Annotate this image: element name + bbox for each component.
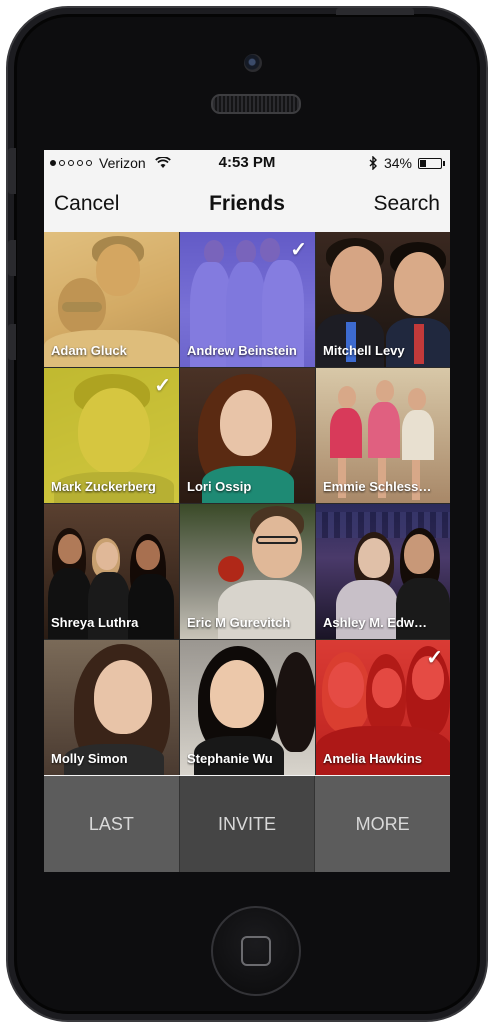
bluetooth-icon [369,156,377,170]
friend-tile[interactable]: Emmie Schless… [316,368,450,503]
friend-tile[interactable]: Mark Zuckerberg ✓ [44,368,179,503]
friend-name: Stephanie Wu [187,751,273,766]
volume-up-button [8,240,16,276]
action-bar: LAST INVITE MORE [44,776,450,872]
status-bar: Verizon 4:53 PM 34% [44,150,450,176]
friend-tile[interactable]: Adam Gluck [44,232,179,367]
earpiece-speaker [211,94,301,114]
screen: Verizon 4:53 PM 34% Cancel Friends Searc… [44,150,450,872]
friend-name: Lori Ossip [187,479,252,494]
friends-grid: Adam Gluck Andrew Beinstein ✓ Mitchell L… [44,232,450,775]
home-square-icon [241,936,271,966]
friend-name: Molly Simon [51,751,128,766]
friend-name: Adam Gluck [51,343,127,358]
friend-tile[interactable]: Lori Ossip [180,368,315,503]
friend-name: Shreya Luthra [51,615,139,630]
search-button[interactable]: Search [373,192,440,216]
home-button[interactable] [211,906,301,996]
friend-tile[interactable]: Stephanie Wu [180,640,315,775]
checkmark-icon: ✓ [154,375,171,397]
friend-tile[interactable]: Shreya Luthra [44,504,179,639]
friend-tile[interactable]: Molly Simon [44,640,179,775]
checkmark-icon: ✓ [290,239,307,261]
friend-name: Mitchell Levy [323,343,405,358]
volume-down-button [8,324,16,360]
friend-name: Eric M Gurevitch [187,615,291,630]
battery-level [420,159,426,167]
checkmark-icon: ✓ [426,647,443,669]
more-button[interactable]: MORE [315,776,450,872]
status-right: 34% [369,155,445,171]
friend-tile[interactable]: Mitchell Levy [316,232,450,367]
friend-tile[interactable]: Amelia Hawkins ✓ [316,640,450,775]
friend-tile[interactable]: Andrew Beinstein ✓ [180,232,315,367]
friend-name: Andrew Beinstein [187,343,297,358]
mute-switch [8,148,16,194]
battery-percent: 34% [383,155,412,171]
friend-tile[interactable]: Ashley M. Edw… [316,504,450,639]
friend-name: Ashley M. Edw… [323,615,428,630]
front-camera [244,54,262,72]
navigation-bar: Cancel Friends Search [44,176,450,232]
invite-button[interactable]: INVITE [179,776,315,872]
friend-name: Emmie Schless… [323,479,432,494]
friend-tile[interactable]: Eric M Gurevitch [180,504,315,639]
friend-name: Amelia Hawkins [323,751,422,766]
battery-icon [418,157,445,169]
last-button[interactable]: LAST [44,776,179,872]
friend-name: Mark Zuckerberg [51,479,156,494]
power-button [336,8,414,15]
